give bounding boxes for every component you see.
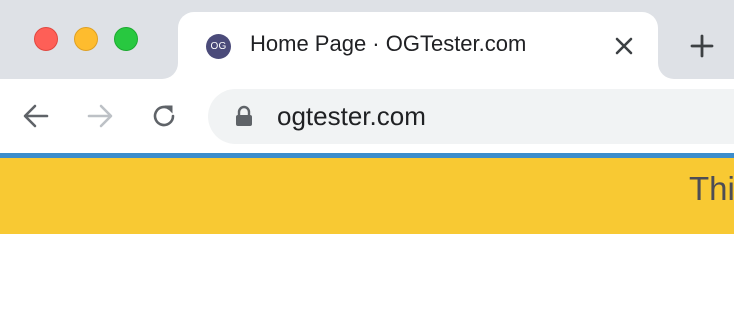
address-bar[interactable]: ogtester.com bbox=[208, 89, 734, 144]
window-zoom-button[interactable] bbox=[114, 27, 138, 51]
tab-title: Home Page · OGTester.com bbox=[250, 31, 527, 56]
arrow-left-icon[interactable] bbox=[21, 101, 51, 131]
tab-home-page[interactable]: OG Home Page · OGTester.com bbox=[178, 12, 658, 79]
notice-banner: Thi bbox=[0, 158, 734, 234]
window-minimize-button[interactable] bbox=[74, 27, 98, 51]
toolbar: ogtester.com bbox=[0, 79, 734, 153]
site-favicon: OG bbox=[206, 34, 231, 59]
plus-icon[interactable] bbox=[690, 34, 714, 58]
tab-strip: OG Home Page · OGTester.com bbox=[0, 0, 734, 79]
reload-icon[interactable] bbox=[149, 101, 179, 131]
browser-window: OG Home Page · OGTester.com ogtester.com… bbox=[0, 0, 734, 310]
banner-text: Thi bbox=[689, 170, 734, 207]
arrow-right-icon[interactable] bbox=[85, 101, 115, 131]
url-text[interactable]: ogtester.com bbox=[277, 101, 426, 132]
close-icon[interactable] bbox=[612, 34, 636, 58]
window-close-button[interactable] bbox=[34, 27, 58, 51]
lock-icon[interactable] bbox=[234, 105, 254, 127]
